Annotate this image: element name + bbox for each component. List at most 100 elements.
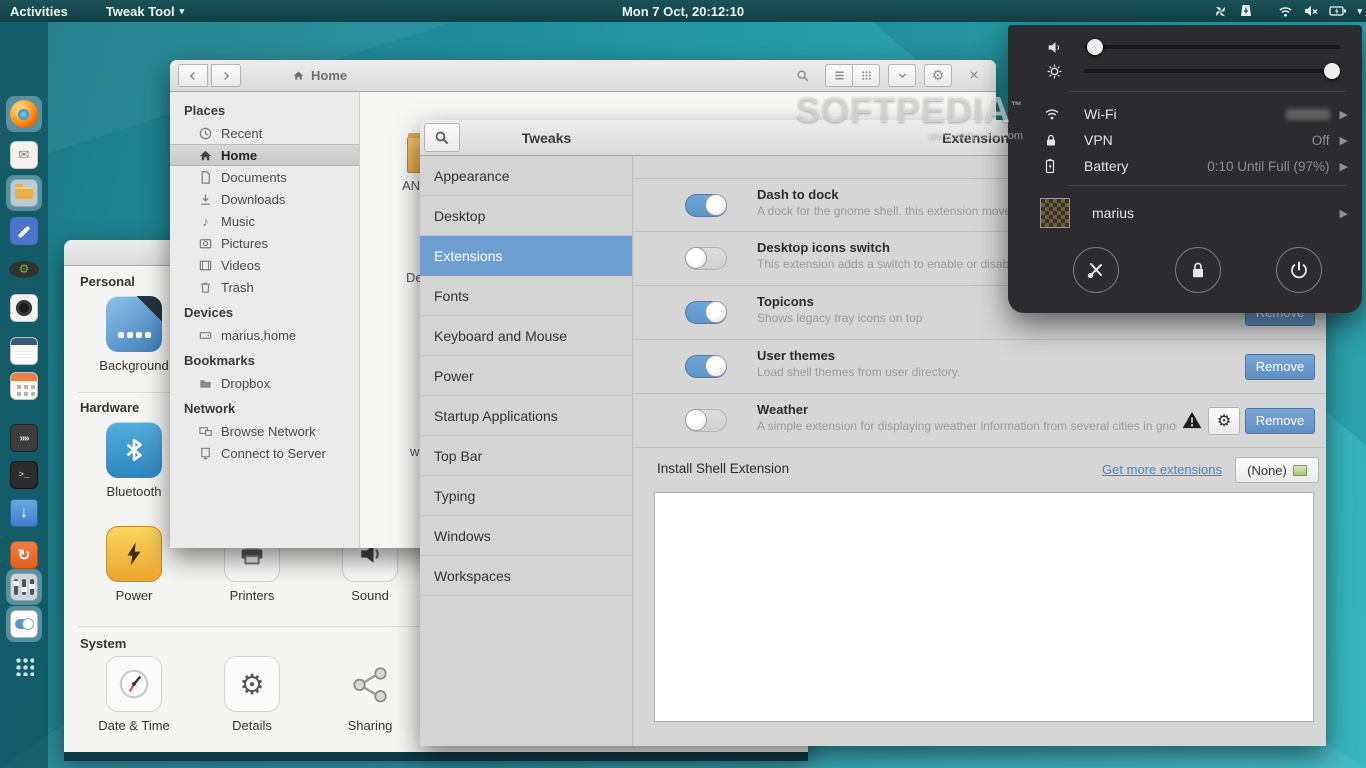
tweaks-nav-windows[interactable]: Windows <box>420 516 632 556</box>
settings-window-bottom-edge <box>64 752 808 761</box>
sidebar-item-recent[interactable]: Recent <box>170 122 359 144</box>
gear-icon[interactable]: ⚙ <box>924 64 952 87</box>
extension-drop-area[interactable] <box>654 492 1314 722</box>
location-breadcrumb[interactable]: Home <box>281 64 358 87</box>
dock-item-videos[interactable]: »» <box>7 421 41 455</box>
sidebar-item-browse-network[interactable]: Browse Network <box>170 420 359 442</box>
music-note-icon: ♪ <box>198 214 213 229</box>
sidebar-item-videos[interactable]: Videos <box>170 254 359 276</box>
tray-download-icon[interactable] <box>1238 3 1254 19</box>
tweaks-nav-extensions[interactable]: Extensions <box>420 236 632 276</box>
dock-item-files[interactable] <box>7 176 41 210</box>
menu-item-battery[interactable]: Battery 0:10 Until Full (97%) ▶ <box>1008 153 1362 179</box>
search-icon[interactable] <box>789 64 817 87</box>
volume-slider-knob[interactable] <box>1087 39 1103 55</box>
clock[interactable]: Mon 7 Oct, 20:12:10 <box>612 0 754 22</box>
tweaks-nav-appearance[interactable]: Appearance <box>420 156 632 196</box>
desktop: Personal Background Hardware Bluetooth P… <box>0 0 1366 768</box>
tweaks-nav-fonts[interactable]: Fonts <box>420 276 632 316</box>
volume-slider[interactable] <box>1084 45 1340 49</box>
settings-item-sharing[interactable]: Sharing <box>312 656 428 733</box>
power-button[interactable] <box>1276 247 1322 293</box>
toggle-switch-icon <box>10 610 38 638</box>
refresh-icon: ↻ <box>10 541 38 569</box>
remove-button[interactable]: Remove <box>1245 408 1315 434</box>
menu-item-user[interactable]: marius ▶ <box>1008 195 1362 231</box>
extension-row-weather: Weather A simple extension for displayin… <box>633 394 1326 448</box>
tray-app-icon[interactable] <box>1213 4 1228 19</box>
get-more-extensions-link[interactable]: Get more extensions <box>1102 462 1222 477</box>
camera-icon <box>198 236 213 251</box>
close-icon[interactable]: × <box>960 64 988 87</box>
tweaks-nav-startup-applications[interactable]: Startup Applications <box>420 396 632 436</box>
dock-item-toggle-app[interactable] <box>7 607 41 641</box>
sidebar-item-documents[interactable]: Documents <box>170 166 359 188</box>
dock-item-screen-settings[interactable]: ⚙ <box>7 252 41 286</box>
sidebar-item-home[interactable]: Home <box>170 144 359 166</box>
dock-item-tweak-sliders[interactable] <box>7 570 41 604</box>
dock-item-software-update[interactable]: ↻ <box>7 538 41 572</box>
tweaks-nav-keyboard-mouse[interactable]: Keyboard and Mouse <box>420 316 632 356</box>
sidebar-item-marius-home[interactable]: marius.home <box>170 324 359 346</box>
dock-item-firefox[interactable] <box>7 97 41 131</box>
sidebar-item-dropbox[interactable]: Dropbox <box>170 372 359 394</box>
extension-row-user-themes: User themes Load shell themes from user … <box>633 340 1326 394</box>
extension-file-chooser-button[interactable]: (None) <box>1235 457 1319 483</box>
dock-item-notes[interactable] <box>7 334 41 368</box>
dock-item-calculator[interactable] <box>7 369 41 403</box>
sidebar-item-connect-to-server[interactable]: Connect to Server <box>170 442 359 464</box>
lock-button[interactable] <box>1175 247 1221 293</box>
settings-item-details[interactable]: ⚙ Details <box>194 656 310 733</box>
battery-charging-icon[interactable] <box>1329 5 1347 17</box>
drive-icon <box>198 328 213 343</box>
tools-icon <box>1086 260 1106 280</box>
user-themes-toggle[interactable] <box>685 355 727 378</box>
menu-item-vpn[interactable]: VPN Off ▶ <box>1008 127 1362 153</box>
sidebar-heading-places: Places <box>170 96 359 122</box>
power-icon <box>1289 260 1309 280</box>
menu-item-wifi[interactable]: Wi-Fi ▶ <box>1008 101 1362 127</box>
dash-to-dock-toggle[interactable] <box>685 194 727 217</box>
back-button[interactable] <box>178 64 208 87</box>
activities-button[interactable]: Activities <box>0 0 78 22</box>
sidebar-item-trash[interactable]: Trash <box>170 276 359 298</box>
settings-button[interactable] <box>1073 247 1119 293</box>
sidebar-heading-bookmarks: Bookmarks <box>170 346 359 372</box>
search-icon[interactable] <box>424 123 460 152</box>
list-view-icon[interactable] <box>825 64 853 87</box>
dock-item-show-apps[interactable] <box>7 649 41 683</box>
extension-settings-gear-icon[interactable]: ⚙ <box>1208 407 1240 435</box>
wifi-icon[interactable] <box>1278 5 1293 18</box>
tweaks-nav-top-bar[interactable]: Top Bar <box>420 436 632 476</box>
chevron-down-icon[interactable]: ▾ <box>1357 6 1362 17</box>
document-icon <box>198 170 213 185</box>
dock-item-camera[interactable] <box>7 291 41 325</box>
dock-item-paint[interactable] <box>7 214 41 248</box>
dock-item-terminal[interactable]: >_ <box>7 458 41 492</box>
server-icon <box>198 446 213 461</box>
sidebar-item-pictures[interactable]: Pictures <box>170 232 359 254</box>
tweaks-nav-workspaces[interactable]: Workspaces <box>420 556 632 596</box>
topicons-toggle[interactable] <box>685 301 727 324</box>
volume-muted-icon[interactable] <box>1303 4 1319 18</box>
remove-button[interactable]: Remove <box>1245 354 1315 380</box>
dock-item-downloads[interactable]: ↓ <box>7 496 41 530</box>
dock-item-mail[interactable]: ✉ <box>7 138 41 172</box>
brightness-slider[interactable] <box>1084 69 1340 73</box>
weather-toggle[interactable] <box>685 409 727 432</box>
tweaks-nav-power[interactable]: Power <box>420 356 632 396</box>
settings-item-datetime[interactable]: Date & Time <box>76 656 192 733</box>
tweaks-nav-typing[interactable]: Typing <box>420 476 632 516</box>
chevron-down-icon[interactable] <box>888 64 916 87</box>
sidebar-item-downloads[interactable]: Downloads <box>170 188 359 210</box>
trash-icon <box>198 280 213 295</box>
forward-button[interactable] <box>211 64 241 87</box>
tweaks-nav-desktop[interactable]: Desktop <box>420 196 632 236</box>
sidebar-item-music[interactable]: ♪ Music <box>170 210 359 232</box>
file-label: AN <box>402 178 420 193</box>
power-icon <box>106 526 162 582</box>
app-menu-button[interactable]: Tweak Tool ▾ <box>96 0 194 22</box>
desktop-icons-toggle[interactable] <box>685 247 727 270</box>
grid-view-icon[interactable] <box>852 64 880 87</box>
brightness-slider-knob[interactable] <box>1324 63 1340 79</box>
